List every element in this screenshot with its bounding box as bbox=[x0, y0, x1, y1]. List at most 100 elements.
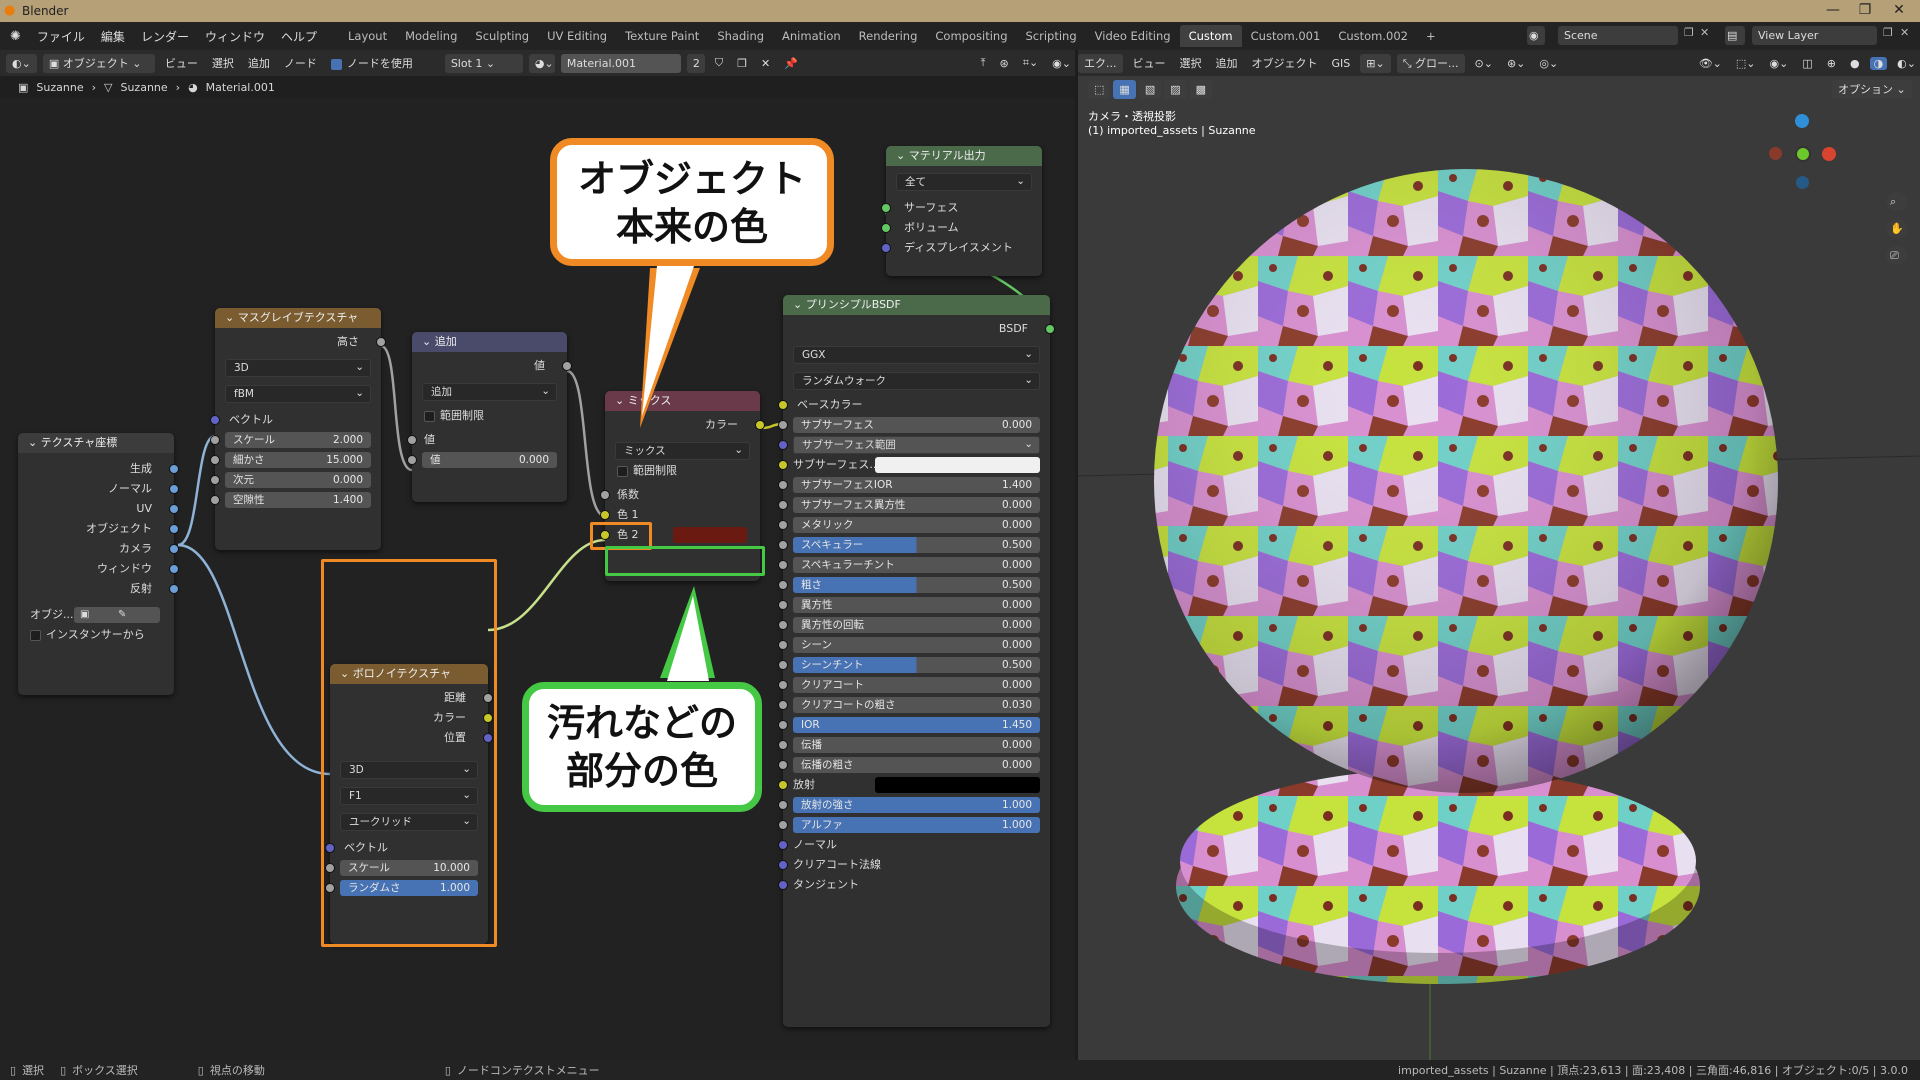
breadcrumb-object: Suzanne bbox=[36, 80, 84, 94]
tab-custom[interactable]: Custom bbox=[1179, 25, 1242, 47]
overlay-icon[interactable]: ◉⌄ bbox=[1048, 57, 1075, 70]
menu-select[interactable]: 選択 bbox=[1176, 55, 1206, 71]
minimize-icon[interactable]: — bbox=[1818, 2, 1848, 18]
pan-hand-icon[interactable]: ✋ bbox=[1886, 219, 1908, 238]
callout-original-color: オブジェクト 本来の色 bbox=[550, 138, 834, 266]
viewport-scene bbox=[1078, 169, 1920, 1060]
shading-wireframe-icon[interactable]: ⊕ bbox=[1823, 57, 1840, 70]
axis-y-icon[interactable] bbox=[1795, 146, 1811, 162]
breadcrumb-mesh: Suzanne bbox=[120, 80, 168, 94]
tab-rendering[interactable]: Rendering bbox=[850, 25, 927, 47]
scene-icon[interactable]: ◉ bbox=[1527, 26, 1545, 45]
menu-add[interactable]: 追加 bbox=[1212, 55, 1242, 71]
tab-custom-002[interactable]: Custom.002 bbox=[1329, 25, 1417, 47]
use-nodes-checkbox[interactable]: ノードを使用 bbox=[327, 55, 417, 71]
snap-target-icon[interactable]: ⊞⌄ bbox=[1360, 53, 1391, 73]
delete-scene-icon[interactable]: ✕ bbox=[1700, 26, 1709, 39]
gizmo-icon[interactable]: ⬚⌄ bbox=[1732, 57, 1760, 70]
tab-modeling[interactable]: Modeling bbox=[396, 25, 466, 47]
callout-tails bbox=[640, 266, 715, 681]
scene-field[interactable]: Scene bbox=[1558, 26, 1678, 45]
material-users-count[interactable]: 2 bbox=[686, 53, 705, 73]
menu-object[interactable]: オブジェクト bbox=[1248, 55, 1322, 71]
shading-rendered-icon[interactable]: ◐⌄ bbox=[1893, 57, 1920, 70]
blender-logo-icon: ● bbox=[4, 3, 16, 18]
view-layer-icon[interactable]: ▤ bbox=[1725, 26, 1745, 45]
shading-material-icon[interactable]: ◑ bbox=[1869, 56, 1888, 70]
camera-icon[interactable]: ⎚ bbox=[1886, 246, 1908, 265]
menu-help[interactable]: ヘルプ bbox=[273, 28, 325, 45]
tab-scripting[interactable]: Scripting bbox=[1017, 25, 1086, 47]
tab-video-editing[interactable]: Video Editing bbox=[1086, 25, 1180, 47]
shading-solid-icon[interactable]: ● bbox=[1846, 57, 1864, 70]
zoom-icon[interactable]: ⌕ bbox=[1886, 192, 1908, 211]
breadcrumb-sep-icon: › bbox=[175, 80, 181, 94]
menu-window[interactable]: ウィンドウ bbox=[197, 28, 273, 45]
window-title: Blender bbox=[22, 4, 69, 18]
menu-render[interactable]: レンダー bbox=[133, 28, 197, 45]
editor-type-icon[interactable]: ◐⌄ bbox=[6, 53, 37, 73]
tab-layout[interactable]: Layout bbox=[339, 25, 396, 47]
menu-edit[interactable]: 編集 bbox=[93, 28, 133, 45]
tab-animation[interactable]: Animation bbox=[773, 25, 850, 47]
axis-x-icon[interactable] bbox=[1822, 147, 1836, 161]
transform-orientation-dropdown[interactable]: ⤡ グロー... bbox=[1396, 53, 1465, 73]
restore-icon[interactable]: ❐ bbox=[1850, 2, 1880, 18]
axis-neg-z-icon[interactable] bbox=[1796, 176, 1809, 189]
blender-menu-icon[interactable]: ✺ bbox=[10, 29, 21, 44]
pin-icon[interactable]: 📌 bbox=[780, 57, 802, 70]
breadcrumb-sep-icon: › bbox=[91, 80, 96, 94]
proportional-icon[interactable]: ◎⌄ bbox=[1535, 57, 1562, 70]
tab-texture-paint[interactable]: Texture Paint bbox=[616, 25, 708, 47]
xray-icon[interactable]: ◫ bbox=[1798, 57, 1816, 70]
unlink-material-icon[interactable]: ✕ bbox=[757, 57, 774, 70]
top-bar: ✺ ファイル 編集 レンダー ウィンドウ ヘルプ Layout Modeling… bbox=[0, 22, 1920, 50]
snap-mode-icon[interactable]: ⌗⌄ bbox=[1019, 56, 1042, 70]
status-box-select: ボックス選択 bbox=[72, 1064, 138, 1077]
material-browse-icon[interactable]: ◕⌄ bbox=[528, 53, 555, 73]
pivot-icon[interactable]: ⊙⌄ bbox=[1471, 57, 1497, 70]
view-layer-field[interactable]: View Layer bbox=[1752, 26, 1877, 45]
menu-view[interactable]: ビュー bbox=[161, 55, 202, 71]
node-editor-header: ◐⌄ ▣ オブジェクト ⌄ ビュー 選択 追加 ノード ノードを使用 Slot … bbox=[0, 50, 1075, 76]
navigation-gizmo[interactable] bbox=[1752, 106, 1852, 206]
menu-node[interactable]: ノード bbox=[280, 55, 321, 71]
overlay-icon[interactable]: ◉⌄ bbox=[1766, 57, 1793, 70]
menu-select[interactable]: 選択 bbox=[208, 55, 238, 71]
material-name-field[interactable]: Material.001 bbox=[560, 53, 681, 73]
viewport-mode-dropdown[interactable]: エク... bbox=[1078, 53, 1123, 73]
parent-node-tree-icon[interactable]: ⤒ bbox=[977, 56, 990, 70]
visibility-icon[interactable]: 👁⌄ bbox=[1695, 57, 1726, 70]
menu-view[interactable]: ビュー bbox=[1129, 55, 1170, 71]
tab-uv-editing[interactable]: UV Editing bbox=[538, 25, 616, 47]
menu-gis[interactable]: GIS bbox=[1328, 57, 1355, 70]
tab-shading[interactable]: Shading bbox=[708, 25, 773, 47]
object-icon: ▣ bbox=[18, 80, 29, 94]
duplicate-material-icon[interactable]: ❐ bbox=[733, 57, 751, 70]
fake-user-icon[interactable]: ⛉ bbox=[711, 56, 727, 70]
menu-add[interactable]: 追加 bbox=[244, 55, 274, 71]
add-workspace-icon[interactable]: + bbox=[1417, 25, 1445, 47]
slot-dropdown[interactable]: Slot 1 ⌄ bbox=[444, 53, 523, 73]
tab-compositing[interactable]: Compositing bbox=[926, 25, 1016, 47]
axis-neg-x-icon[interactable] bbox=[1769, 147, 1782, 160]
new-scene-icon[interactable]: ❐ bbox=[1684, 26, 1694, 39]
tab-custom-001[interactable]: Custom.001 bbox=[1242, 25, 1330, 47]
snap-icon[interactable]: ⊛ bbox=[996, 57, 1013, 70]
delete-view-layer-icon[interactable]: ✕ bbox=[1900, 26, 1909, 39]
menu-file[interactable]: ファイル bbox=[29, 28, 93, 45]
viewport-nav-buttons: ⌕ ✋ ⎚ bbox=[1886, 192, 1908, 265]
close-icon[interactable]: ✕ bbox=[1884, 2, 1914, 18]
snap-icon[interactable]: ⊛⌄ bbox=[1503, 57, 1529, 70]
tab-sculpting[interactable]: Sculpting bbox=[466, 25, 538, 47]
axis-z-icon[interactable] bbox=[1795, 114, 1809, 128]
callout-dirt-color: 汚れなどの 部分の色 bbox=[522, 682, 762, 812]
3d-viewport[interactable]: ⬚ ▦ ▧ ▨ ▩ オプション ⌄ カメラ・透視投影 (1) imported_… bbox=[1078, 76, 1920, 1060]
breadcrumb: ▣ Suzanne › ▽ Suzanne › ◕ Material.001 bbox=[0, 76, 1075, 98]
status-bar: ▯ 選択 ▯ ボックス選択 ▯ 視点の移動 ▯ ノードコンテクストメニュー im… bbox=[0, 1060, 1920, 1080]
node-editor[interactable]: テクスチャ座標 生成 ノーマル UV オブジェクト カメラ ウィンドウ 反射 オ… bbox=[0, 98, 1075, 1060]
material-icon: ◕ bbox=[188, 80, 198, 94]
object-mode-dropdown[interactable]: ▣ オブジェクト ⌄ bbox=[42, 53, 155, 73]
new-view-layer-icon[interactable]: ❐ bbox=[1883, 26, 1893, 39]
status-select: 選択 bbox=[22, 1064, 45, 1077]
